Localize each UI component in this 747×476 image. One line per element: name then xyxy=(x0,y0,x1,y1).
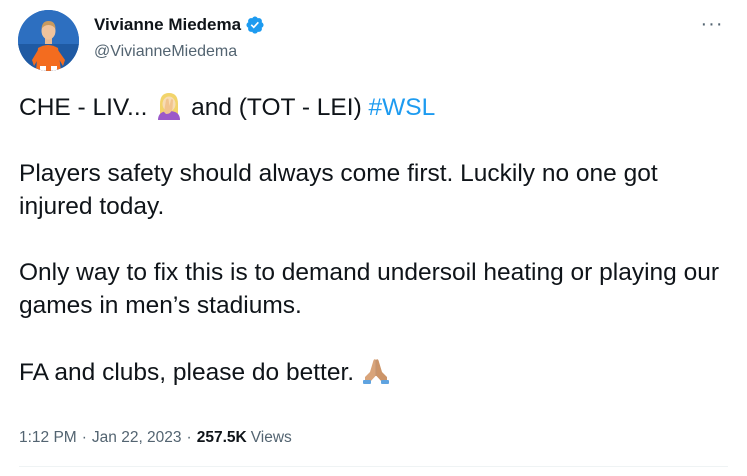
tweet-text-segment: CHE - LIV... xyxy=(19,94,155,121)
tweet-time[interactable]: 1:12 PM xyxy=(19,428,77,448)
meta-separator: · xyxy=(186,429,192,446)
avatar[interactable] xyxy=(18,10,79,71)
tweet-date[interactable]: Jan 22, 2023 xyxy=(92,428,182,448)
folded-hands-emoji-icon xyxy=(361,355,391,385)
hashtag-link[interactable]: #WSL xyxy=(369,94,436,121)
tweet-card: Vivianne Miedema @VivianneMiedema ··· CH… xyxy=(0,0,747,476)
player-avatar-icon xyxy=(18,10,79,71)
verified-badge-icon xyxy=(245,15,265,35)
tweet-text: CHE - LIV... and (TOT - LEI) #WSL Player… xyxy=(19,90,729,389)
author-name-row: Vivianne Miedema xyxy=(94,15,265,35)
tweet-text-segment: FA and clubs, please do better. xyxy=(19,359,361,386)
more-options-button[interactable]: ··· xyxy=(699,12,725,35)
woman-facepalming-emoji-icon xyxy=(154,90,184,120)
author-handle[interactable]: @VivianneMiedema xyxy=(94,42,237,62)
tweet-text-segment: and (TOT - LEI) xyxy=(184,94,369,121)
more-horizontal-icon: ··· xyxy=(700,12,724,35)
views-label: Views xyxy=(250,429,292,446)
author-display-name[interactable]: Vivianne Miedema xyxy=(94,15,241,35)
tweet-paragraph-1: CHE - LIV... and (TOT - LEI) #WSL xyxy=(19,90,729,124)
meta-separator: · xyxy=(81,429,87,446)
tweet-paragraph-3: Only way to fix this is to demand unders… xyxy=(19,259,719,319)
tweet-paragraph-4: FA and clubs, please do better. xyxy=(19,355,729,389)
divider xyxy=(19,466,728,467)
tweet-meta: 1:12 PM · Jan 22, 2023 · 257.5K Views xyxy=(19,428,292,448)
views-count[interactable]: 257.5K xyxy=(197,428,247,448)
tweet-paragraph-2: Players safety should always come first.… xyxy=(19,160,658,220)
